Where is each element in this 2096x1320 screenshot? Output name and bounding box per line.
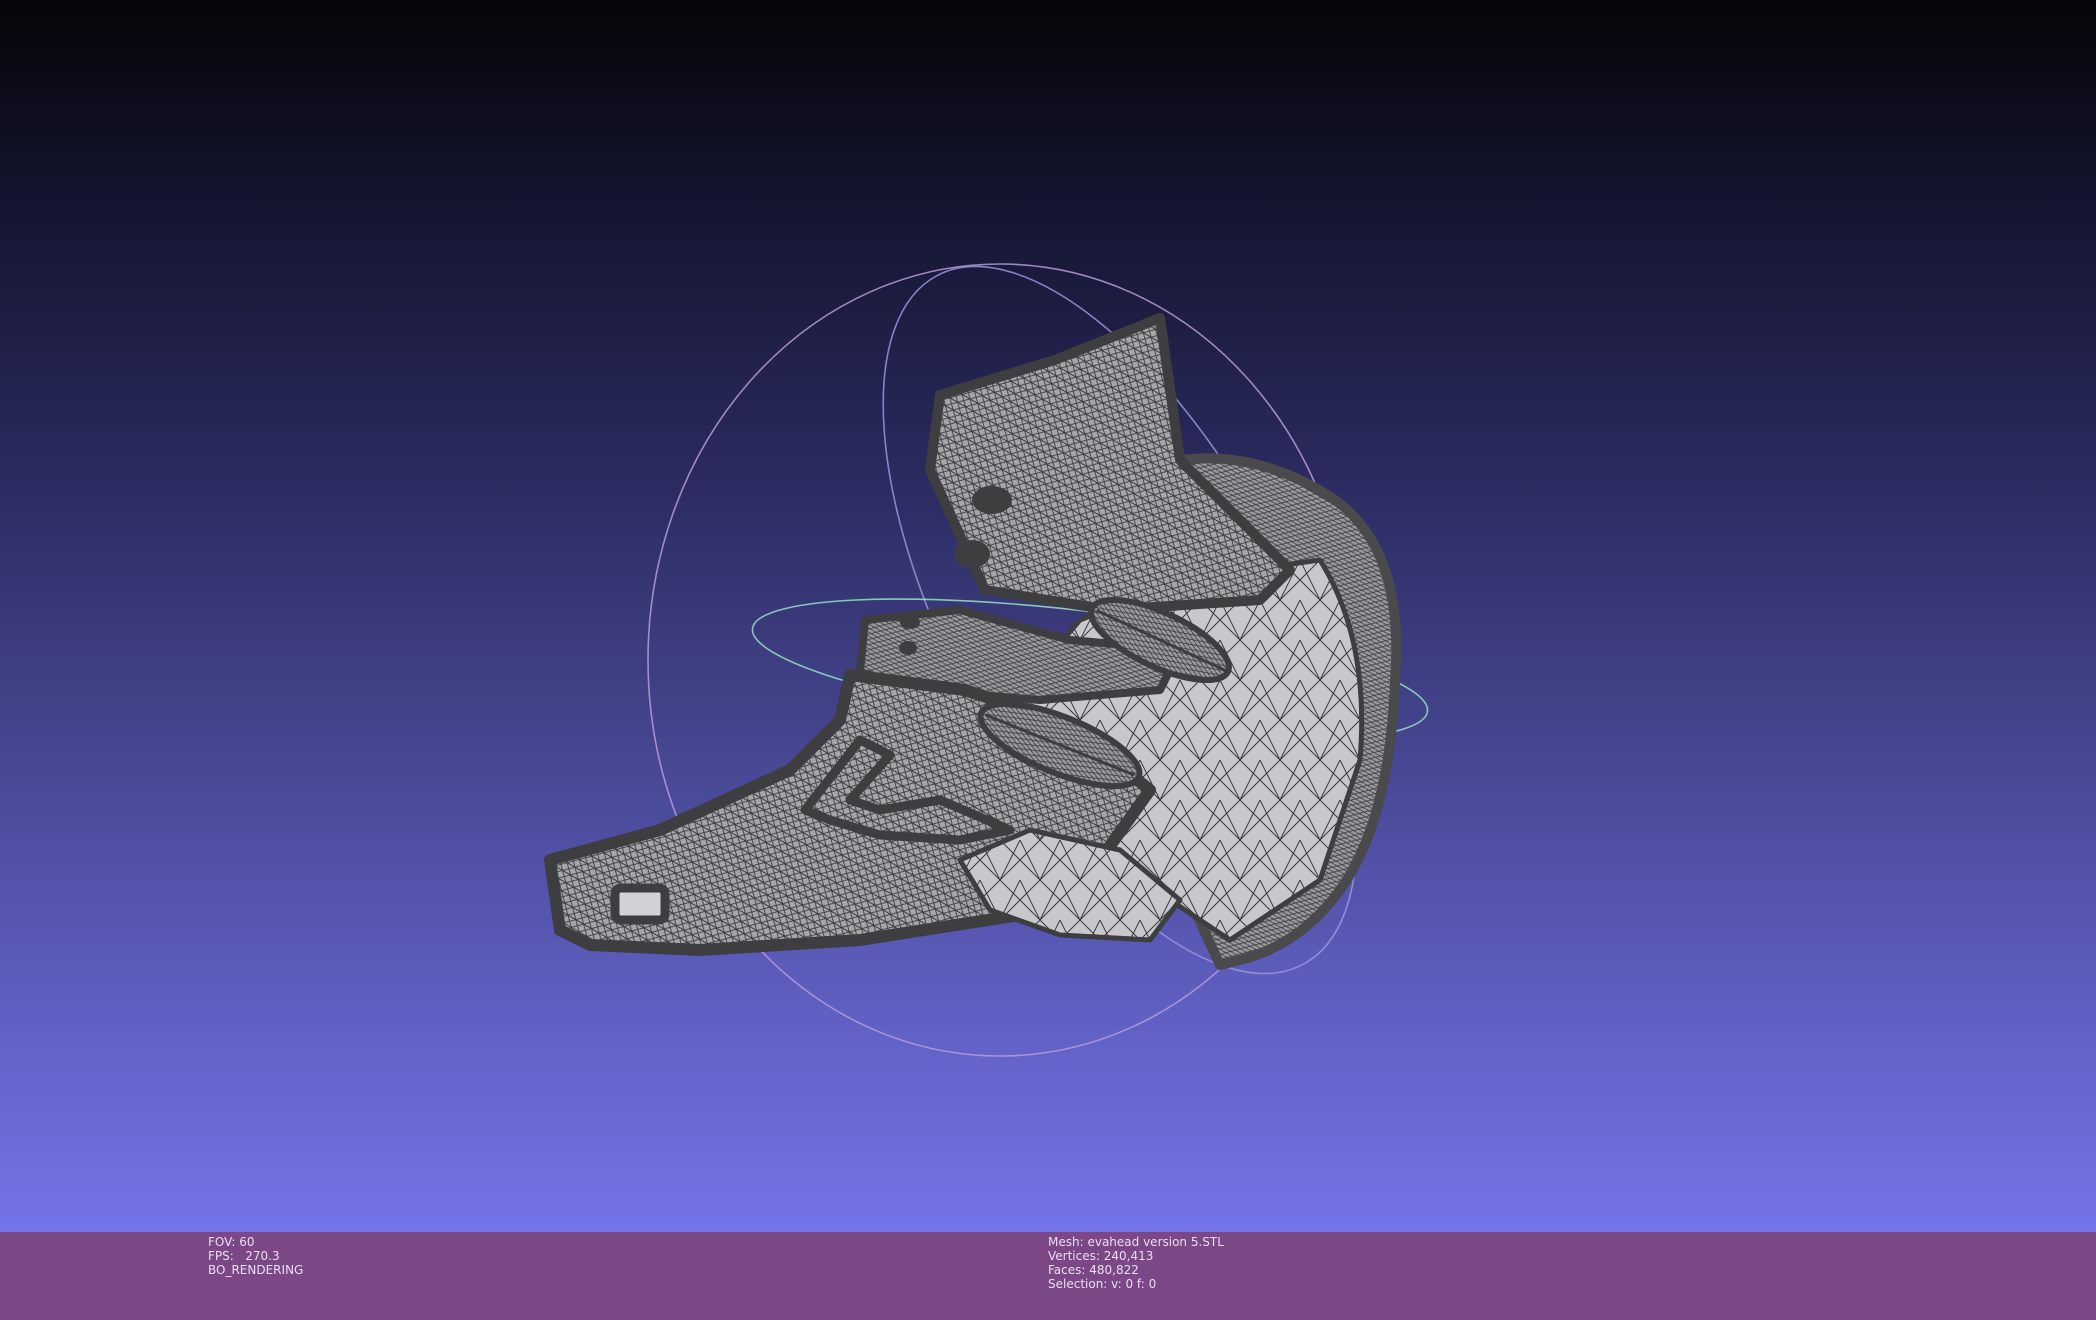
faces-line: Faces: 480,822 bbox=[1048, 1263, 1224, 1277]
vertices-label: Vertices: bbox=[1048, 1249, 1100, 1263]
vertices-value: 240,413 bbox=[1103, 1249, 1154, 1263]
mesh-vent-band-2 bbox=[899, 641, 917, 655]
fps-line: FPS: 270.3 bbox=[208, 1249, 303, 1263]
faces-value: 480,822 bbox=[1089, 1263, 1139, 1277]
fps-value: 270.3 bbox=[245, 1249, 280, 1263]
render-mode: BO_RENDERING bbox=[208, 1263, 304, 1277]
selection-value: v: 0 f: 0 bbox=[1111, 1277, 1157, 1291]
mesh-line: Mesh: evahead version 5.STL bbox=[1048, 1235, 1224, 1249]
3d-viewport[interactable] bbox=[0, 0, 2096, 1232]
mesh-vent-middle bbox=[954, 540, 990, 568]
fov-label: FOV: bbox=[208, 1235, 236, 1249]
vertices-line: Vertices: 240,413 bbox=[1048, 1249, 1224, 1263]
fov-line: FOV: 60 bbox=[208, 1235, 303, 1249]
faces-label: Faces: bbox=[1048, 1263, 1086, 1277]
selection-label: Selection: bbox=[1048, 1277, 1108, 1291]
mesh-model[interactable] bbox=[544, 313, 1402, 970]
mesh-vent-band-1 bbox=[900, 615, 920, 629]
selection-line: Selection: v: 0 f: 0 bbox=[1048, 1277, 1224, 1291]
status-bar: FOV: 60 FPS: 270.3 BO_RENDERING Mesh: ev… bbox=[0, 1232, 2096, 1320]
render-info-panel: FOV: 60 FPS: 270.3 BO_RENDERING bbox=[208, 1235, 303, 1277]
mesh-label: Mesh: bbox=[1048, 1235, 1084, 1249]
mesh-vent-upper bbox=[972, 486, 1012, 514]
fov-value: 60 bbox=[239, 1235, 255, 1249]
model-canvas[interactable] bbox=[0, 0, 2096, 1232]
fps-label: FPS: bbox=[208, 1249, 234, 1263]
mesh-info-panel: Mesh: evahead version 5.STL Vertices: 24… bbox=[1048, 1235, 1224, 1291]
mesh-name: evahead version 5.STL bbox=[1087, 1235, 1224, 1249]
mesh-nostril bbox=[610, 883, 670, 925]
